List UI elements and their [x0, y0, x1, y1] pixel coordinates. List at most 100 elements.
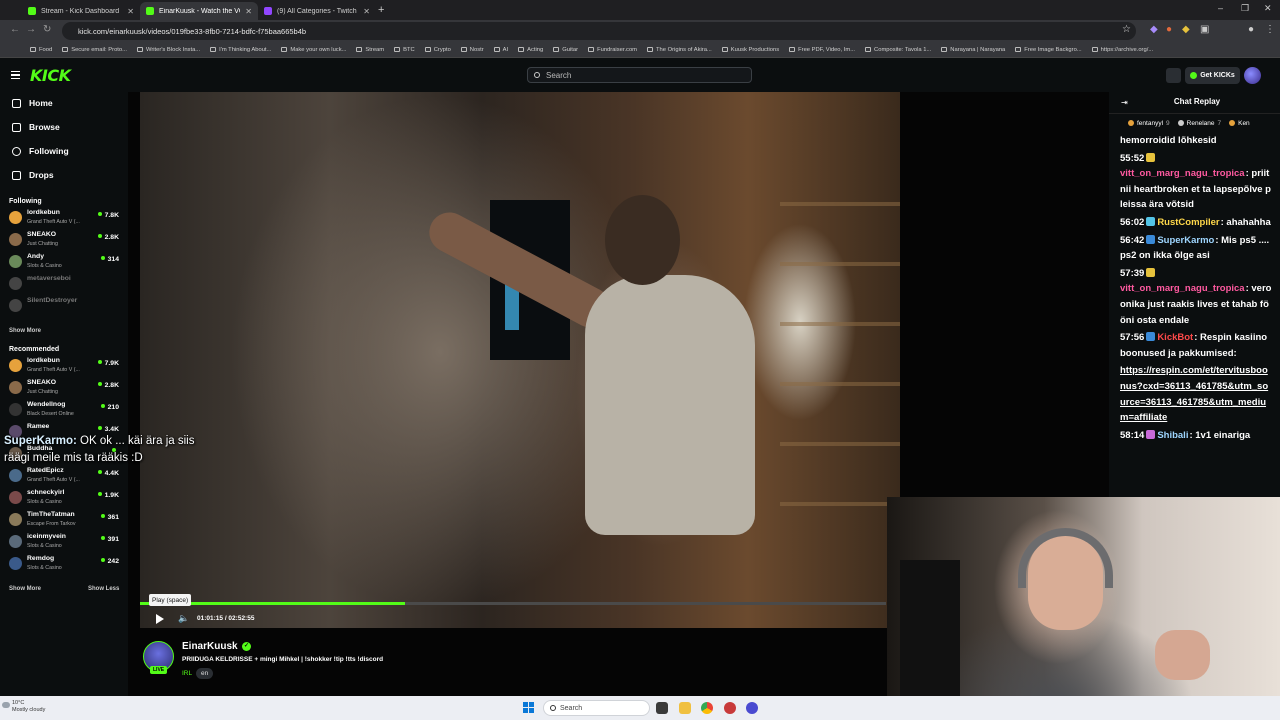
get-kicks-button[interactable]: Get KICKs: [1185, 67, 1240, 84]
chat-username[interactable]: vitt_on_marg_nagu_tropica: [1120, 168, 1245, 179]
sidebar-channel-wendellnog[interactable]: Wendellnog Black Desert Online 210: [9, 400, 121, 420]
search-input[interactable]: Search: [527, 67, 752, 83]
chat-username[interactable]: KickBot: [1157, 332, 1193, 343]
sidebar-channel-schneckyirl[interactable]: schneckyirl Slots & Casino 1.9K: [9, 488, 121, 508]
viewer-count: 242: [101, 558, 119, 565]
weather-desc: Mostly cloudy: [12, 707, 46, 713]
sidebar-item-browse[interactable]: Browse: [12, 122, 60, 132]
chat-badge-icon: [1146, 216, 1156, 226]
taskbar-search[interactable]: Search: [543, 700, 650, 716]
close-tab-icon[interactable]: ✕: [127, 7, 134, 16]
play-button[interactable]: [156, 614, 164, 624]
sidebar-channel-timthetatman[interactable]: TimTheTatman Escape From Tarkov 361: [9, 510, 121, 530]
hamburger-menu-icon[interactable]: [11, 71, 20, 79]
bookmark-item[interactable]: I'm Thinking About...: [210, 47, 271, 53]
sidebar-channel-sneako[interactable]: SNEAKO Just Chatting 2.8K: [9, 230, 121, 250]
kick-logo[interactable]: KICK: [30, 66, 71, 85]
weather-widget[interactable]: 10°C Mostly cloudy: [2, 700, 46, 714]
bookmark-item[interactable]: Guitar: [553, 47, 578, 53]
bookmark-item[interactable]: The Origins of Akira...: [647, 47, 712, 53]
sidebar-channel-lordkebun[interactable]: lordkebun Grand Theft Auto V (... 7.9K: [9, 356, 121, 376]
channel-category: Grand Theft Auto V (...: [27, 219, 80, 225]
show-more-recommended-button[interactable]: Show More: [9, 586, 41, 592]
sidebar-channel-lordkebun[interactable]: lordkebun Grand Theft Auto V (... 7.8K: [9, 208, 121, 228]
gift-icon: [12, 170, 21, 180]
obs-icon[interactable]: [746, 702, 758, 714]
viewer-count: 7.9K: [98, 360, 119, 367]
bookmark-item[interactable]: Free Image Backgro...: [1015, 47, 1082, 53]
language-tag[interactable]: en: [196, 668, 214, 679]
gifter-item[interactable]: fentanyyl 9: [1128, 120, 1170, 127]
sidebar-channel-andy[interactable]: Andy Slots & Casino 314: [9, 252, 121, 272]
browser-menu-icon[interactable]: ⋮: [1265, 24, 1275, 35]
close-window-button[interactable]: ✕: [1264, 3, 1272, 14]
category-link[interactable]: IRL: [182, 670, 192, 677]
sidebar-channel-remdog[interactable]: Remdog Slots & Casino 242: [9, 554, 121, 574]
bookmark-label: Stream: [365, 46, 385, 53]
close-tab-icon[interactable]: ✕: [363, 7, 370, 16]
chat-link[interactable]: https://respin.com/et/tervitusboonus?cxd…: [1120, 365, 1268, 423]
show-less-button[interactable]: Show Less: [88, 586, 119, 592]
sidebar-channel-silentdestroyer[interactable]: SilentDestroyer: [9, 296, 121, 316]
sidebar: Home Browse Following Drops Following lo…: [0, 92, 128, 696]
extension-icon[interactable]: ◆: [1182, 24, 1190, 35]
chat-username[interactable]: RustCompiler: [1157, 217, 1219, 228]
show-more-following-button[interactable]: Show More: [9, 328, 41, 334]
minimize-button[interactable]: –: [1218, 3, 1223, 13]
gifter-item[interactable]: Renelane 7: [1177, 120, 1221, 127]
user-avatar[interactable]: [1244, 67, 1261, 84]
bookmark-item[interactable]: Narayana | Narayana: [941, 47, 1005, 53]
bookmark-item[interactable]: Secure email: Proto...: [62, 47, 127, 53]
bookmark-item[interactable]: Fundraiser.com: [588, 47, 637, 53]
volume-icon[interactable]: 🔈: [178, 614, 189, 623]
forward-button[interactable]: →: [26, 24, 36, 35]
bookmark-item[interactable]: Nostr: [460, 47, 484, 53]
bookmark-item[interactable]: https://archive.org/...: [1091, 47, 1153, 53]
bookmark-item[interactable]: Crypto: [424, 47, 451, 53]
profile-avatar-icon[interactable]: ●: [1248, 24, 1254, 35]
extension-icon[interactable]: ●: [1166, 24, 1172, 35]
bookmark-item[interactable]: AI: [493, 47, 508, 53]
bookmark-item[interactable]: Acting: [518, 47, 543, 53]
maximize-button[interactable]: ❐: [1241, 3, 1249, 14]
chrome-icon[interactable]: [701, 702, 713, 714]
bookmark-item[interactable]: Make your own luck...: [281, 47, 346, 53]
gifter-item[interactable]: Ken: [1229, 120, 1253, 127]
tab-einarkuusk-vod[interactable]: EinarKuusk - Watch the VO ✕: [140, 2, 258, 20]
bookmark-star-icon[interactable]: ☆: [1122, 24, 1131, 35]
url-field[interactable]: kick.com/einarkuusk/videos/019fbe33-8fb0…: [62, 22, 1136, 40]
tab-kick-dashboard[interactable]: Stream - Kick Dashboard ✕: [22, 2, 140, 20]
windows-start-icon[interactable]: [523, 702, 534, 713]
sidebar-item-home[interactable]: Home: [12, 98, 53, 108]
sidebar-channel-iceinmyvein[interactable]: iceinmyvein Slots & Casino 391: [9, 532, 121, 552]
channel-avatar: [9, 491, 22, 504]
extensions-puzzle-icon[interactable]: ▣: [1200, 24, 1209, 35]
sidebar-item-following[interactable]: Following: [12, 146, 69, 156]
folder-icon: [647, 47, 654, 52]
reload-button[interactable]: ↻: [43, 24, 51, 35]
bookmark-item[interactable]: BTC: [394, 47, 415, 53]
extension-icon[interactable]: ◆: [1150, 24, 1158, 35]
streamer-name[interactable]: EinarKuusk: [182, 641, 238, 652]
bookmark-item[interactable]: Writer's Block Insta...: [136, 47, 200, 53]
task-view-icon[interactable]: [656, 702, 668, 714]
theater-mode-button[interactable]: [1166, 68, 1181, 83]
sidebar-channel-ratedepicz[interactable]: RatedEpicz Grand Theft Auto V (... 4.4K: [9, 466, 121, 486]
new-tab-button[interactable]: +: [378, 4, 384, 16]
chat-username[interactable]: Shibali: [1157, 430, 1188, 441]
app-icon[interactable]: [724, 702, 736, 714]
bookmark-item[interactable]: Free PDF, Video, Im...: [789, 47, 855, 53]
bookmark-item[interactable]: Kuusk Productions: [721, 47, 779, 53]
sidebar-item-drops[interactable]: Drops: [12, 170, 54, 180]
chat-username[interactable]: SuperKarmo: [1157, 235, 1214, 246]
tab-twitch-categories[interactable]: (9) All Categories - Twitch ✕: [258, 2, 376, 20]
bookmark-item[interactable]: Food: [30, 47, 52, 53]
file-explorer-icon[interactable]: [679, 702, 691, 714]
bookmark-item[interactable]: Stream: [356, 47, 384, 53]
back-button[interactable]: ←: [10, 24, 20, 35]
sidebar-channel-metaverseboi[interactable]: metaverseboi: [9, 274, 121, 294]
bookmark-item[interactable]: Composite: Tavola 1...: [865, 47, 931, 53]
close-tab-icon[interactable]: ✕: [245, 7, 252, 16]
sidebar-channel-sneako[interactable]: SNEAKO Just Chatting 2.8K: [9, 378, 121, 398]
chat-username[interactable]: vitt_on_marg_nagu_tropica: [1120, 283, 1245, 294]
